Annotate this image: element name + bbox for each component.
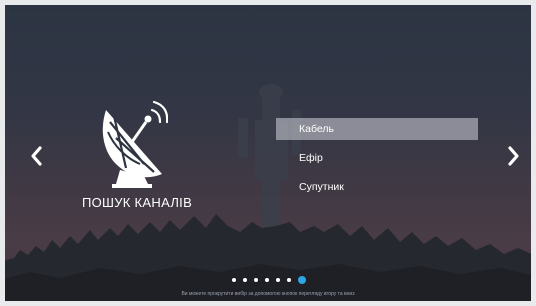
page-dot[interactable]: [254, 278, 258, 282]
pagination-dots: [232, 276, 306, 284]
page-dot[interactable]: [265, 278, 269, 282]
chevron-right-icon: [508, 146, 519, 166]
page-title: ПОШУК КАНАЛІВ: [81, 195, 193, 210]
satellite-dish-icon: [102, 100, 168, 188]
page-dot[interactable]: [243, 278, 247, 282]
option-terrestrial[interactable]: Ефір: [276, 147, 478, 169]
option-cable[interactable]: Кабель: [276, 118, 478, 140]
page-dot[interactable]: [276, 278, 280, 282]
search-type-list: Кабель Ефір Супутник: [276, 118, 478, 205]
option-satellite[interactable]: Супутник: [276, 176, 478, 198]
page-dot-active[interactable]: [298, 276, 306, 284]
channel-search-screen: ПОШУК КАНАЛІВ Кабель Ефір Супутник Ви мо…: [0, 0, 536, 306]
hint-text: Ви можете прокрутити вибір за допомогою …: [181, 291, 355, 297]
page-dot[interactable]: [232, 278, 236, 282]
page-dot[interactable]: [287, 278, 291, 282]
next-page-arrow[interactable]: [502, 143, 524, 169]
chevron-left-icon: [31, 146, 42, 166]
previous-page-arrow[interactable]: [26, 143, 48, 169]
